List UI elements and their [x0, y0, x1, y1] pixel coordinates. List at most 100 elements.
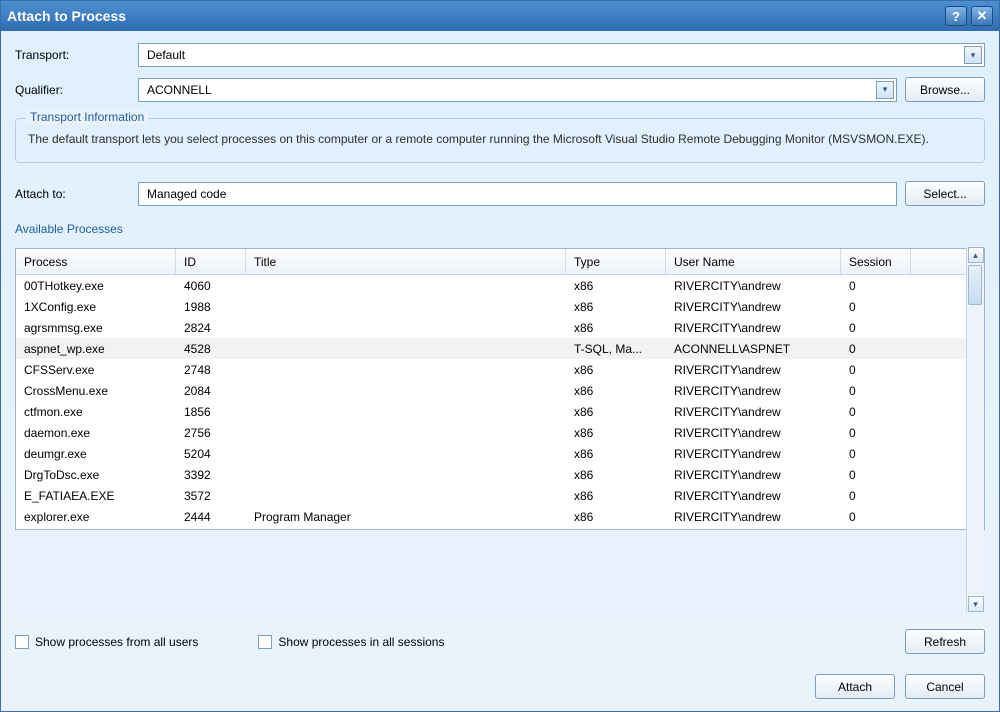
table-row[interactable]: daemon.exe2756x86RIVERCITY\andrew0 [16, 422, 984, 443]
scroll-thumb[interactable] [968, 265, 982, 305]
cell-process: CFSServ.exe [16, 363, 176, 377]
cell-session: 0 [841, 447, 911, 461]
cell-user: RIVERCITY\andrew [666, 489, 841, 503]
transport-combo[interactable]: Default ▾ [138, 43, 985, 67]
cell-user: RIVERCITY\andrew [666, 384, 841, 398]
cell-user: RIVERCITY\andrew [666, 321, 841, 335]
cell-user: RIVERCITY\andrew [666, 279, 841, 293]
cell-type: x86 [566, 489, 666, 503]
show-all-users-checkbox[interactable]: Show processes from all users [15, 635, 198, 649]
cell-process: E_FATIAEA.EXE [16, 489, 176, 503]
cell-process: 00THotkey.exe [16, 279, 176, 293]
cell-type: x86 [566, 426, 666, 440]
close-button[interactable]: ✕ [971, 6, 993, 26]
select-button[interactable]: Select... [905, 181, 985, 206]
scroll-down-icon[interactable]: ▾ [968, 596, 984, 612]
cell-id: 2444 [176, 510, 246, 524]
cell-process: DrgToDsc.exe [16, 468, 176, 482]
cell-id: 2824 [176, 321, 246, 335]
cell-process: aspnet_wp.exe [16, 342, 176, 356]
cell-id: 2084 [176, 384, 246, 398]
cell-type: x86 [566, 384, 666, 398]
cell-user: RIVERCITY\andrew [666, 363, 841, 377]
vertical-scrollbar[interactable]: ▴ ▾ [966, 247, 984, 612]
checkbox-icon[interactable] [258, 635, 272, 649]
table-row[interactable]: 00THotkey.exe4060x86RIVERCITY\andrew0 [16, 275, 984, 296]
table-row[interactable]: CrossMenu.exe2084 x86RIVERCITY\andrew0 [16, 380, 984, 401]
cell-type: x86 [566, 510, 666, 524]
show-all-sessions-checkbox[interactable]: Show processes in all sessions [258, 635, 444, 649]
cell-session: 0 [841, 426, 911, 440]
qualifier-combo[interactable]: ACONNELL ▾ [138, 78, 897, 102]
table-row[interactable]: DrgToDsc.exe3392x86RIVERCITY\andrew0 [16, 464, 984, 485]
cell-user: RIVERCITY\andrew [666, 510, 841, 524]
attach-to-value: Managed code [147, 187, 226, 201]
chevron-down-icon[interactable]: ▾ [964, 46, 982, 64]
cell-type: x86 [566, 300, 666, 314]
table-row[interactable]: CFSServ.exe2748x86RIVERCITY\andrew0 [16, 359, 984, 380]
cancel-button[interactable]: Cancel [905, 674, 985, 699]
table-row[interactable]: aspnet_wp.exe4528 T-SQL, Ma...ACONNELL\AS… [16, 338, 984, 359]
show-all-sessions-label: Show processes in all sessions [278, 635, 444, 649]
attach-to-field: Managed code [138, 182, 897, 206]
help-button[interactable]: ? [945, 6, 967, 26]
table-row[interactable]: deumgr.exe5204x86RIVERCITY\andrew0 [16, 443, 984, 464]
chevron-down-icon[interactable]: ▾ [876, 81, 894, 99]
col-session[interactable]: Session [841, 249, 911, 274]
col-title[interactable]: Title [246, 249, 566, 274]
qualifier-value: ACONNELL [147, 83, 212, 97]
titlebar[interactable]: Attach to Process ? ✕ [1, 1, 999, 31]
col-user[interactable]: User Name [666, 249, 841, 274]
cell-id: 3392 [176, 468, 246, 482]
transport-label: Transport: [15, 48, 130, 62]
cell-session: 0 [841, 510, 911, 524]
table-row[interactable]: 1XConfig.exe1988x86RIVERCITY\andrew0 [16, 296, 984, 317]
attach-to-label: Attach to: [15, 187, 130, 201]
cell-session: 0 [841, 489, 911, 503]
list-header: Process ID Title Type User Name Session [16, 249, 984, 275]
cell-user: RIVERCITY\andrew [666, 300, 841, 314]
cell-type: x86 [566, 363, 666, 377]
cell-id: 4060 [176, 279, 246, 293]
cell-session: 0 [841, 384, 911, 398]
cell-session: 0 [841, 342, 911, 356]
attach-button[interactable]: Attach [815, 674, 895, 699]
cell-session: 0 [841, 300, 911, 314]
cell-session: 0 [841, 321, 911, 335]
transport-value: Default [147, 48, 185, 62]
table-row[interactable]: ctfmon.exe1856x86RIVERCITY\andrew0 [16, 401, 984, 422]
cell-id: 2748 [176, 363, 246, 377]
transport-info-group: Transport Information The default transp… [15, 118, 985, 163]
browse-button[interactable]: Browse... [905, 77, 985, 102]
table-row[interactable]: explorer.exe2444Program Managerx86RIVERC… [16, 506, 984, 527]
col-process[interactable]: Process [16, 249, 176, 274]
cell-type: T-SQL, Ma... [566, 342, 666, 356]
table-row[interactable]: agrsmmsg.exe2824x86RIVERCITY\andrew0 [16, 317, 984, 338]
col-type[interactable]: Type [566, 249, 666, 274]
cell-user: ACONNELL\ASPNET [666, 342, 841, 356]
cell-user: RIVERCITY\andrew [666, 468, 841, 482]
transport-info-title: Transport Information [26, 110, 148, 124]
cell-user: RIVERCITY\andrew [666, 426, 841, 440]
cell-process: explorer.exe [16, 510, 176, 524]
checkbox-icon[interactable] [15, 635, 29, 649]
cell-type: x86 [566, 279, 666, 293]
cell-process: ctfmon.exe [16, 405, 176, 419]
cell-id: 2756 [176, 426, 246, 440]
cell-id: 4528 [176, 342, 246, 356]
scroll-up-icon[interactable]: ▴ [968, 247, 984, 263]
table-row[interactable]: E_FATIAEA.EXE3572 x86RIVERCITY\andrew0 [16, 485, 984, 506]
cell-session: 0 [841, 405, 911, 419]
show-all-users-label: Show processes from all users [35, 635, 198, 649]
cell-id: 1856 [176, 405, 246, 419]
cell-user: RIVERCITY\andrew [666, 405, 841, 419]
process-list[interactable]: Process ID Title Type User Name Session … [15, 248, 985, 530]
cell-process: deumgr.exe [16, 447, 176, 461]
cell-process: CrossMenu.exe [16, 384, 176, 398]
cell-type: x86 [566, 468, 666, 482]
cell-type: x86 [566, 447, 666, 461]
refresh-button[interactable]: Refresh [905, 629, 985, 654]
cell-id: 3572 [176, 489, 246, 503]
col-id[interactable]: ID [176, 249, 246, 274]
qualifier-label: Qualifier: [15, 83, 130, 97]
